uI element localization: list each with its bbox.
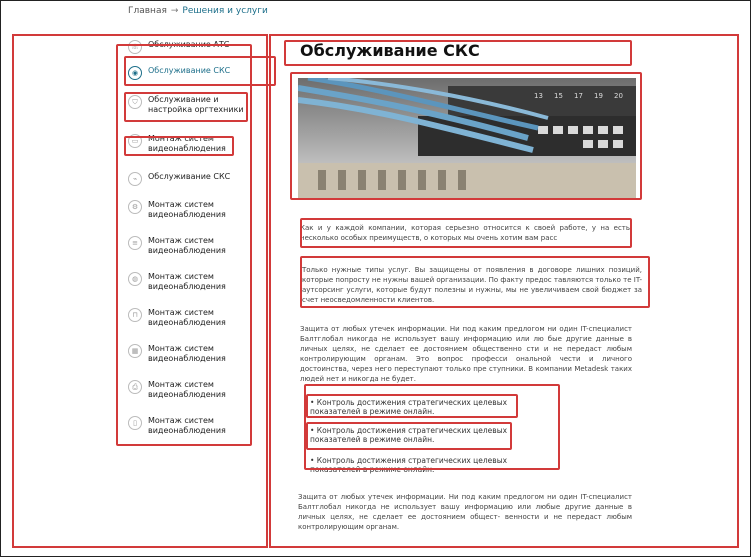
breadcrumb-home[interactable]: Главная [128,6,167,16]
breadcrumb-arrow: → [170,6,179,16]
highlight-active-item [124,56,276,86]
highlight-services [300,256,650,308]
highlight-orgtech-item [124,92,248,122]
highlight-bullet-1 [306,394,518,418]
highlight-video-item [124,136,234,156]
highlight-bullet-2 [306,422,512,450]
security-paragraph: Защита от любых утечек информации. Ни по… [300,325,632,383]
closing-paragraph: Защита от любых утечек информации. Ни по… [298,493,632,531]
highlight-photo [290,72,642,200]
highlight-intro [300,218,632,248]
breadcrumb: Главная → Решения и услуги [128,6,268,16]
highlight-title [284,40,632,66]
breadcrumb-current[interactable]: Решения и услуги [182,6,267,16]
